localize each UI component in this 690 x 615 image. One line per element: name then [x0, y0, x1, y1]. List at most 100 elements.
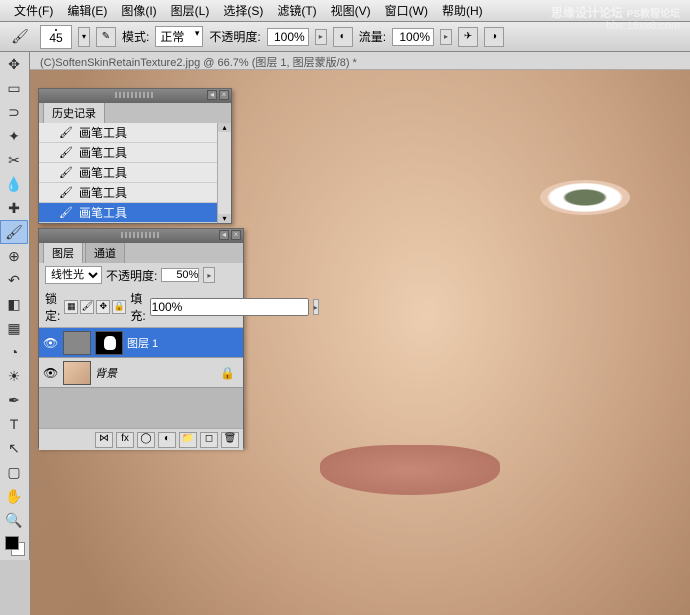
eyedropper-tool[interactable]: 💧 — [0, 172, 28, 196]
panel-minimize-icon[interactable]: ◂ — [207, 90, 217, 100]
airbrush-icon[interactable]: ✈ — [458, 27, 478, 47]
flow-label: 流量: — [359, 28, 386, 45]
panel-close-icon[interactable]: × — [219, 90, 229, 100]
layer-opacity-arrow[interactable]: ▸ — [203, 267, 215, 283]
panel-header[interactable]: ◂ × — [39, 89, 231, 103]
panel-minimize-icon[interactable]: ◂ — [219, 230, 229, 240]
fill-label: 填充: — [130, 290, 145, 324]
brush-preset-picker[interactable]: 45 — [40, 25, 72, 49]
history-panel: ◂ × 历史记录 🖌画笔工具 🖌画笔工具 🖌画笔工具 🖌画笔工具 🖌画笔工具 — [38, 88, 232, 224]
heal-tool[interactable]: ✚ — [0, 196, 28, 220]
brush-size-value: 45 — [49, 31, 62, 45]
brush-tool[interactable]: 🖌 — [0, 220, 28, 244]
opacity-arrow[interactable]: ▸ — [315, 29, 327, 45]
layer-fill-arrow[interactable]: ▸ — [313, 299, 319, 315]
layer-fill-input[interactable] — [150, 298, 309, 316]
layer-name[interactable]: 背景 — [95, 365, 117, 381]
new-layer-icon[interactable]: ◻ — [200, 432, 218, 448]
flow-input[interactable]: 100% — [392, 28, 434, 46]
layer-list: 👁 图层 1 👁 背景 🔒 — [39, 328, 243, 428]
shape-tool[interactable]: ▢ — [0, 460, 28, 484]
layer-row[interactable]: 👁 背景 🔒 — [39, 358, 243, 388]
layer-thumbnail[interactable] — [63, 331, 91, 355]
image-detail — [540, 180, 630, 215]
delete-layer-icon[interactable]: 🗑 — [221, 432, 239, 448]
history-scrollbar[interactable] — [217, 123, 231, 223]
layer-mask-thumbnail[interactable] — [95, 331, 123, 355]
panel-header[interactable]: ◂ × — [39, 229, 243, 243]
history-item[interactable]: 🖌画笔工具 — [39, 143, 231, 163]
menu-file[interactable]: 文件(F) — [8, 0, 59, 21]
history-item[interactable]: 🖌画笔工具 — [39, 183, 231, 203]
history-list: 🖌画笔工具 🖌画笔工具 🖌画笔工具 🖌画笔工具 🖌画笔工具 — [39, 123, 231, 223]
layer-style-icon[interactable]: fx — [116, 432, 134, 448]
image-detail — [320, 445, 500, 495]
opacity-label: 不透明度: — [209, 28, 260, 45]
eraser-tool[interactable]: ◧ — [0, 292, 28, 316]
lock-icon: 🔒 — [220, 366, 235, 380]
layer-opacity-input[interactable] — [161, 268, 199, 282]
pressure-size-icon[interactable]: ◑ — [484, 27, 504, 47]
menu-select[interactable]: 选择(S) — [217, 0, 269, 21]
flow-arrow[interactable]: ▸ — [440, 29, 452, 45]
history-tab[interactable]: 历史记录 — [43, 102, 105, 123]
hand-tool[interactable]: ✋ — [0, 484, 28, 508]
panel-close-icon[interactable]: × — [231, 230, 241, 240]
wand-tool[interactable]: ✦ — [0, 124, 28, 148]
lock-all-icon[interactable]: 🔒 — [112, 300, 126, 314]
crop-tool[interactable]: ✂ — [0, 148, 28, 172]
channels-tab[interactable]: 通道 — [85, 242, 125, 263]
menu-image[interactable]: 图像(I) — [115, 0, 162, 21]
color-swatches[interactable] — [5, 536, 25, 556]
current-tool-icon[interactable]: 🖌 — [6, 25, 34, 49]
history-item[interactable]: 🖌画笔工具 — [39, 203, 231, 223]
zoom-tool[interactable]: 🔍 — [0, 508, 28, 532]
layer-name[interactable]: 图层 1 — [127, 335, 158, 351]
link-layers-icon[interactable]: ⋈ — [95, 432, 113, 448]
marquee-tool[interactable]: ▭ — [0, 76, 28, 100]
menu-view[interactable]: 视图(V) — [325, 0, 377, 21]
opacity-input[interactable]: 100% — [267, 28, 309, 46]
pen-tool[interactable]: ✒ — [0, 388, 28, 412]
menu-help[interactable]: 帮助(H) — [436, 0, 489, 21]
dodge-tool[interactable]: ☀ — [0, 364, 28, 388]
document-title: (C)SoftenSkinRetainTexture2.jpg @ 66.7% … — [0, 52, 690, 70]
layer-opacity-label: 不透明度: — [106, 267, 157, 284]
lock-pixels-icon[interactable]: 🖌 — [80, 300, 94, 314]
lasso-tool[interactable]: ⊃ — [0, 100, 28, 124]
menu-layer[interactable]: 图层(L) — [165, 0, 216, 21]
layer-blend-mode-select[interactable]: 线性光 — [45, 266, 102, 284]
visibility-icon[interactable]: 👁 — [43, 336, 59, 350]
brush-panel-toggle[interactable]: ✎ — [96, 27, 116, 47]
layer-footer: ⋈ fx ◯ ◐ 📁 ◻ 🗑 — [39, 428, 243, 450]
layers-tab[interactable]: 图层 — [43, 242, 83, 263]
gradient-tool[interactable]: ▦ — [0, 316, 28, 340]
foreground-color[interactable] — [5, 536, 19, 550]
lock-label: 锁定: — [45, 290, 60, 324]
path-tool[interactable]: ↖ — [0, 436, 28, 460]
history-brush-tool[interactable]: ↶ — [0, 268, 28, 292]
adjustment-layer-icon[interactable]: ◐ — [158, 432, 176, 448]
brush-preset-dropdown[interactable]: ▾ — [78, 27, 90, 47]
blur-tool[interactable]: ◔ — [0, 340, 28, 364]
menu-filter[interactable]: 滤镜(T) — [271, 0, 322, 21]
layer-mask-icon[interactable]: ◯ — [137, 432, 155, 448]
type-tool[interactable]: T — [0, 412, 28, 436]
layer-row[interactable]: 👁 图层 1 — [39, 328, 243, 358]
stamp-tool[interactable]: ⊕ — [0, 244, 28, 268]
watermark-text: 思缘设计论坛 PS教程论坛 — [551, 4, 680, 21]
layers-panel: ◂ × 图层 通道 线性光 不透明度: ▸ 锁定: ▦ 🖌 ✥ 🔒 填充: ▸ … — [38, 228, 244, 448]
history-item[interactable]: 🖌画笔工具 — [39, 163, 231, 183]
menu-edit[interactable]: 编辑(E) — [61, 0, 113, 21]
lock-position-icon[interactable]: ✥ — [96, 300, 110, 314]
pressure-opacity-icon[interactable]: ◐ — [333, 27, 353, 47]
blend-mode-select[interactable]: 正常 — [155, 26, 203, 47]
lock-transparency-icon[interactable]: ▦ — [64, 300, 78, 314]
menu-window[interactable]: 窗口(W) — [379, 0, 434, 21]
move-tool[interactable]: ✥ — [0, 52, 28, 76]
visibility-icon[interactable]: 👁 — [43, 366, 59, 380]
layer-thumbnail[interactable] — [63, 361, 91, 385]
history-item[interactable]: 🖌画笔工具 — [39, 123, 231, 143]
mode-label: 模式: — [122, 28, 149, 45]
new-group-icon[interactable]: 📁 — [179, 432, 197, 448]
